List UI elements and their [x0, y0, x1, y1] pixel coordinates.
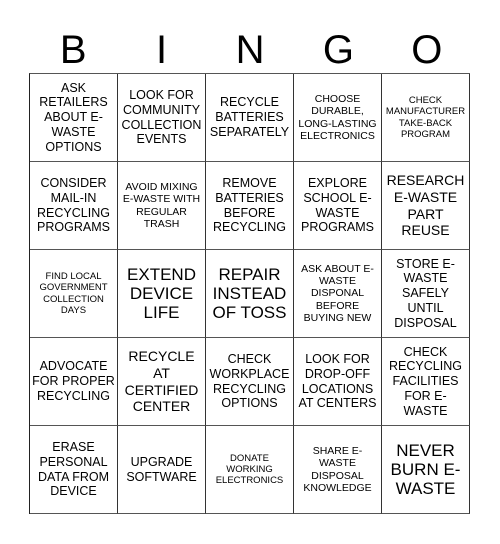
header-letter-n: N [235, 28, 265, 72]
bingo-cell-r1-c2[interactable]: LOOK FOR COMMUNITY COLLECTION EVENTS [118, 74, 206, 162]
cell-text: REPAIR INSTEAD OF TOSS [212, 264, 287, 323]
cell-text: CHOOSE DURABLE, LONG-LASTING ELECTRONICS [298, 92, 377, 142]
cell-text: RESEARCH E-WASTE PART REUSE [386, 172, 465, 239]
bingo-cell-r4-c1[interactable]: ADVOCATE FOR PROPER RECYCLING [30, 338, 118, 426]
bingo-cell-r5-c2[interactable]: UPGRADE SOFTWARE [118, 426, 206, 514]
cell-text: ADVOCATE FOR PROPER RECYCLING [32, 359, 115, 403]
bingo-cell-r3-c5[interactable]: STORE E-WASTE SAFELY UNTIL DISPOSAL [382, 250, 470, 338]
bingo-cell-r5-c4[interactable]: SHARE E-WASTE DISPOSAL KNOWLEDGE [294, 426, 382, 514]
cell-text: EXTEND DEVICE LIFE [127, 264, 196, 323]
bingo-cell-r3-c4[interactable]: ASK ABOUT E-WASTE DISPONAL BEFORE BUYING… [294, 250, 382, 338]
bingo-grid: ASK RETAILERS ABOUT E-WASTE OPTIONS LOOK… [29, 73, 470, 514]
cell-text: CHECK RECYCLING FACILITIES FOR E-WASTE [389, 344, 462, 418]
cell-text: LOOK FOR DROP-OFF LOCATIONS AT CENTERS [298, 352, 377, 411]
bingo-cell-r1-c5[interactable]: CHECK MANUFACTURER TAKE-BACK PROGRAM [382, 74, 470, 162]
cell-text: REMOVE BATTERIES BEFORE RECYCLING [213, 176, 286, 235]
bingo-cell-r2-c2[interactable]: AVOID MIXING E-WASTE WITH REGULAR TRASH [118, 162, 206, 250]
header-letter-o: O [411, 28, 443, 72]
cell-text: UPGRADE SOFTWARE [126, 454, 197, 484]
cell-text: RECYCLE BATTERIES SEPARATELY [209, 95, 290, 139]
cell-text: CONSIDER MAIL-IN RECYCLING PROGRAMS [37, 176, 110, 235]
cell-text: ERASE PERSONAL DATA FROM DEVICE [37, 440, 110, 499]
bingo-cell-r3-c3[interactable]: REPAIR INSTEAD OF TOSS [206, 250, 294, 338]
header-letter-i: I [156, 28, 168, 72]
header-letter-b: B [59, 28, 87, 72]
bingo-cell-r1-c4[interactable]: CHOOSE DURABLE, LONG-LASTING ELECTRONICS [294, 74, 382, 162]
bingo-cell-r2-c3[interactable]: REMOVE BATTERIES BEFORE RECYCLING [206, 162, 294, 250]
cell-text: LOOK FOR COMMUNITY COLLECTION EVENTS [121, 88, 202, 147]
bingo-cell-r5-c3[interactable]: DONATE WORKING ELECTRONICS [206, 426, 294, 514]
cell-text: CHECK MANUFACTURER TAKE-BACK PROGRAM [385, 95, 466, 140]
bingo-cell-r1-c3[interactable]: RECYCLE BATTERIES SEPARATELY [206, 74, 294, 162]
cell-text: DONATE WORKING ELECTRONICS [215, 452, 284, 487]
cell-text: ASK RETAILERS ABOUT E-WASTE OPTIONS [39, 80, 108, 154]
bingo-cell-r5-c5[interactable]: NEVER BURN E-WASTE [382, 426, 470, 514]
bingo-cell-r5-c1[interactable]: ERASE PERSONAL DATA FROM DEVICE [30, 426, 118, 514]
bingo-cell-r3-c1[interactable]: FIND LOCAL GOVERNMENT COLLECTION DAYS [30, 250, 118, 338]
bingo-cell-r2-c1[interactable]: CONSIDER MAIL-IN RECYCLING PROGRAMS [30, 162, 118, 250]
bingo-header: B I N G O [29, 28, 471, 73]
cell-text: SHARE E-WASTE DISPOSAL KNOWLEDGE [303, 444, 372, 494]
cell-text: CHECK WORKPLACE RECYCLING OPTIONS [209, 352, 290, 411]
bingo-cell-r3-c2[interactable]: EXTEND DEVICE LIFE [118, 250, 206, 338]
cell-text: ASK ABOUT E-WASTE DISPONAL BEFORE BUYING… [301, 262, 374, 325]
bingo-cell-r2-c4[interactable]: EXPLORE SCHOOL E-WASTE PROGRAMS [294, 162, 382, 250]
cell-text: RECYCLE AT CERTIFIED CENTER [124, 348, 199, 415]
cell-text: FIND LOCAL GOVERNMENT COLLECTION DAYS [39, 271, 108, 316]
bingo-cell-r4-c5[interactable]: CHECK RECYCLING FACILITIES FOR E-WASTE [382, 338, 470, 426]
cell-text: NEVER BURN E-WASTE [390, 440, 461, 499]
cell-text: EXPLORE SCHOOL E-WASTE PROGRAMS [301, 176, 374, 235]
bingo-cell-r4-c4[interactable]: LOOK FOR DROP-OFF LOCATIONS AT CENTERS [294, 338, 382, 426]
cell-text: AVOID MIXING E-WASTE WITH REGULAR TRASH [122, 180, 201, 230]
header-letter-g: G [322, 28, 354, 72]
bingo-cell-r2-c5[interactable]: RESEARCH E-WASTE PART REUSE [382, 162, 470, 250]
cell-text: STORE E-WASTE SAFELY UNTIL DISPOSAL [394, 256, 457, 330]
bingo-cell-r4-c2[interactable]: RECYCLE AT CERTIFIED CENTER [118, 338, 206, 426]
bingo-cell-r4-c3[interactable]: CHECK WORKPLACE RECYCLING OPTIONS [206, 338, 294, 426]
bingo-cell-r1-c1[interactable]: ASK RETAILERS ABOUT E-WASTE OPTIONS [30, 74, 118, 162]
